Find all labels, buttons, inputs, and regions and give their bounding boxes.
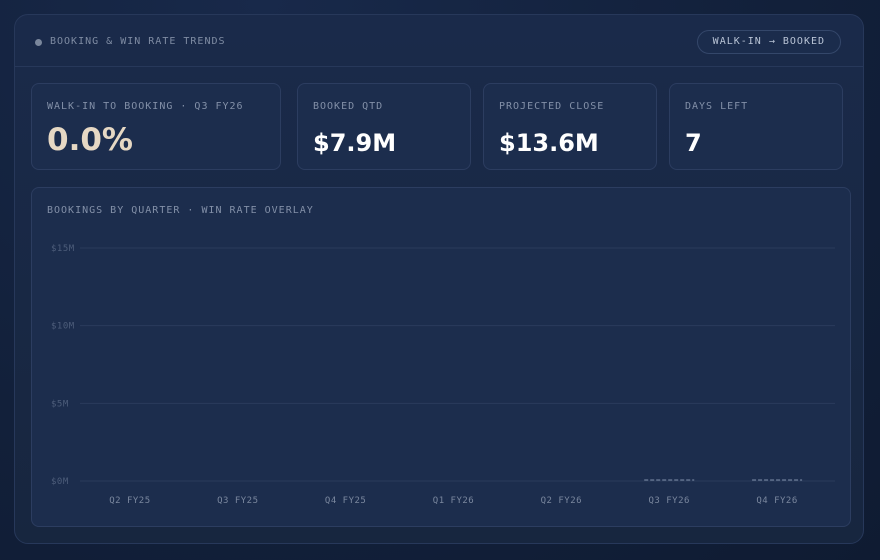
x-tick-label: Q4 FY26 <box>756 496 797 506</box>
kpi-card-days-left: DAYS LEFT 7 <box>669 83 843 170</box>
kpi-value: $7.9M <box>313 129 397 157</box>
panel-header: BOOKING & WIN RATE TRENDS WALK-IN → BOOK… <box>15 15 863 67</box>
kpi-card-booked-qtd: BOOKED QTD $7.9M <box>297 83 471 170</box>
y-tick-label: $15M <box>51 244 75 254</box>
x-tick-label: Q3 FY26 <box>648 496 689 506</box>
walkin-booked-toggle-button[interactable]: WALK-IN → BOOKED <box>696 30 841 54</box>
y-tick-label: $5M <box>51 399 69 409</box>
x-tick-label: Q4 FY25 <box>325 496 366 506</box>
kpi-card-walkin-rate: WALK-IN TO BOOKING · Q3 FY26 0.0% <box>31 83 281 170</box>
booking-trends-panel: BOOKING & WIN RATE TRENDS WALK-IN → BOOK… <box>14 14 864 544</box>
kpi-label: PROJECTED CLOSE <box>499 101 605 112</box>
bookings-chart: $0M $5M $10M $15M Q2 FY25 Q3 FY25 Q4 FY25 Q1 FY… <box>51 244 835 506</box>
kpi-label: DAYS LEFT <box>685 101 749 112</box>
kpi-value: $13.6M <box>499 129 599 157</box>
panel-title: BOOKING & WIN RATE TRENDS <box>50 36 226 47</box>
x-tick-label: Q3 FY25 <box>217 496 258 506</box>
status-dot-icon <box>35 39 42 46</box>
kpi-value: 7 <box>685 129 702 157</box>
x-tick-label: Q1 FY26 <box>433 496 474 506</box>
kpi-label: WALK-IN TO BOOKING · Q3 FY26 <box>47 101 244 112</box>
y-tick-label: $10M <box>51 322 75 332</box>
kpi-label: BOOKED QTD <box>313 101 384 112</box>
kpi-value: 0.0% <box>47 122 133 158</box>
kpi-card-projected-close: PROJECTED CLOSE $13.6M <box>483 83 657 170</box>
y-tick-label: $0M <box>51 477 69 487</box>
bookings-chart-card: BOOKINGS BY QUARTER · WIN RATE OVERLAY $… <box>31 187 851 527</box>
x-tick-label: Q2 FY26 <box>541 496 582 506</box>
x-tick-label: Q2 FY25 <box>109 496 150 506</box>
